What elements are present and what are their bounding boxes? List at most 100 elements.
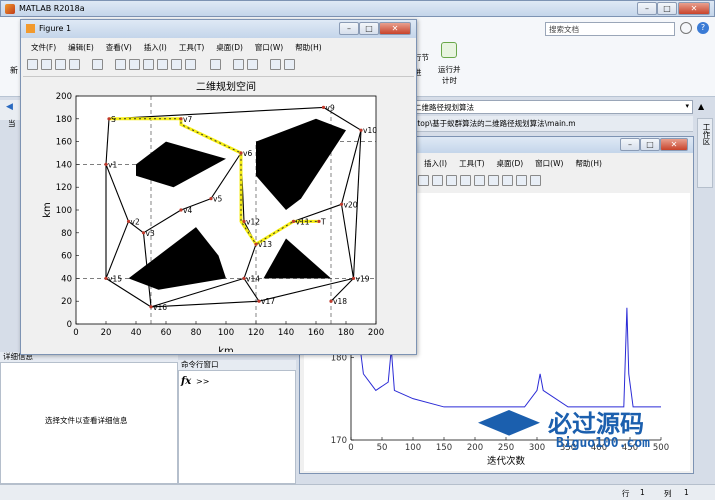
search-input: 搜索文档 (549, 25, 579, 34)
maximize-button[interactable]: □ (657, 2, 677, 15)
figure1-maximize-button[interactable]: □ (359, 22, 379, 35)
x-tick-label: 40 (131, 328, 142, 338)
figure2-menu-tools[interactable]: 工具(T) (453, 157, 490, 171)
search-icon[interactable] (680, 22, 692, 34)
datacursor-icon[interactable] (171, 59, 182, 70)
figure2-maximize-button[interactable]: □ (640, 138, 660, 151)
node-label: v14 (246, 274, 260, 283)
fx-icon[interactable]: fx (181, 376, 191, 387)
left-cut-label: 新 (10, 66, 18, 75)
figure1-close-button[interactable]: ✕ (379, 22, 411, 35)
figure2-minimize-button[interactable]: – (620, 138, 640, 151)
link-icon[interactable] (210, 59, 221, 70)
x-tick-label: 160 (308, 328, 324, 338)
show-icon[interactable] (530, 175, 541, 186)
left-panel-cut-label: 当 (8, 119, 16, 128)
pan-icon[interactable] (418, 175, 429, 186)
run-time-label-1[interactable]: 运行并 (438, 64, 461, 75)
figure1-menu-tools[interactable]: 工具(T) (173, 41, 210, 55)
node-label: T (320, 217, 326, 226)
chart-title: 二维规划空间 (196, 80, 256, 93)
minimize-button[interactable]: – (637, 2, 657, 15)
legend-icon[interactable] (247, 59, 258, 70)
new-figure-icon[interactable] (27, 59, 38, 70)
status-col-label: 列 (664, 489, 672, 498)
editor-file-path: ktop\基于蚁群算法的二维路径规划算法\main.m (413, 119, 576, 128)
datacursor-icon[interactable] (446, 175, 457, 186)
status-row-value: 1 (640, 488, 645, 497)
details-text: 选择文件以查看详细信息 (45, 416, 128, 425)
back-arrow-icon[interactable]: ◀ (6, 102, 13, 112)
chevron-down-icon[interactable]: ▾ (685, 102, 689, 110)
matlab-title: MATLAB R2018a (19, 4, 85, 13)
hide-plot-tools-icon[interactable] (270, 59, 281, 70)
figure1-menu-file[interactable]: 文件(F) (25, 41, 62, 55)
figure2-menu-window[interactable]: 窗口(W) (529, 157, 569, 171)
node-label: v2 (131, 217, 140, 226)
run-time-label-2[interactable]: 计时 (442, 75, 457, 86)
y-tick-label: 20 (61, 297, 72, 307)
y-tick-label: 60 (61, 252, 72, 262)
figure1-title: Figure 1 (39, 24, 72, 33)
zoom-in-icon[interactable] (115, 59, 126, 70)
scroll-up-icon[interactable]: ▲ (698, 102, 704, 111)
rotate-icon[interactable] (432, 175, 443, 186)
figure1-menu-insert[interactable]: 插入(I) (138, 41, 173, 55)
figure1-menu-desktop[interactable]: 桌面(D) (210, 41, 249, 55)
help-icon[interactable]: ? (697, 22, 709, 34)
y-tick-label: 140 (56, 160, 72, 170)
figure1-menu-help[interactable]: 帮助(H) (289, 41, 328, 55)
x-tick-label: 0 (73, 328, 78, 338)
figure2-toolbar (418, 175, 541, 186)
link-icon[interactable] (474, 175, 485, 186)
y-tick-label: 80 (61, 229, 72, 239)
current-folder-path: 二维路径规划算法 (414, 103, 474, 112)
figure2-menu-insert[interactable]: 插入(I) (418, 157, 453, 171)
current-folder-bar[interactable]: 二维路径规划算法 ▾ (410, 100, 693, 114)
pan-icon[interactable] (143, 59, 154, 70)
figure2-menu-help[interactable]: 帮助(H) (569, 157, 608, 171)
colorbar-icon[interactable] (233, 59, 244, 70)
figure1-menu-edit[interactable]: 编辑(E) (62, 41, 100, 55)
figure1-menu-window[interactable]: 窗口(W) (249, 41, 289, 55)
figure2-menu-desktop[interactable]: 桌面(D) (491, 157, 530, 171)
print-icon[interactable] (69, 59, 80, 70)
run-time-icon[interactable] (441, 42, 457, 58)
zoom-out-icon[interactable] (129, 59, 140, 70)
node-label: v15 (108, 274, 122, 283)
close-button[interactable]: ✕ (678, 2, 710, 15)
y-tick-label: 120 (56, 183, 72, 193)
legend-icon[interactable] (502, 175, 513, 186)
x-tick-label: 140 (278, 328, 294, 338)
status-col-value: 1 (684, 488, 689, 497)
x-tick-label: 200 (368, 328, 384, 338)
search-box[interactable]: 搜索文档 (545, 22, 675, 36)
node-label: v19 (356, 274, 370, 283)
show-plot-tools-icon[interactable] (284, 59, 295, 70)
figure-icon (26, 24, 35, 33)
x-tick-label: 20 (101, 328, 112, 338)
node-label: v11 (296, 217, 310, 226)
figure1-menu-view[interactable]: 查看(V) (100, 41, 138, 55)
workspace-side-tab[interactable]: 工作区 (697, 118, 713, 188)
y-tick-label: 40 (61, 274, 72, 284)
open-icon[interactable] (41, 59, 52, 70)
node-label: v17 (261, 297, 275, 306)
y-tick-label: 100 (56, 206, 72, 216)
graduation-cap-icon (478, 410, 540, 436)
rotate-icon[interactable] (157, 59, 168, 70)
brush-icon[interactable] (185, 59, 196, 70)
pointer-icon[interactable] (92, 59, 103, 70)
matlab-titlebar: MATLAB R2018a – □ ✕ (0, 0, 715, 17)
save-icon[interactable] (55, 59, 66, 70)
node-label: v18 (333, 297, 347, 306)
command-prompt[interactable]: >> (196, 377, 209, 386)
figure1-titlebar: Figure 1 – □ ✕ (21, 20, 416, 38)
node-label: v12 (246, 217, 260, 226)
hide-icon[interactable] (516, 175, 527, 186)
node-label: v5 (213, 195, 222, 204)
figure1-minimize-button[interactable]: – (339, 22, 359, 35)
figure2-close-button[interactable]: ✕ (660, 138, 688, 151)
colorbar-icon[interactable] (488, 175, 499, 186)
brush-icon[interactable] (460, 175, 471, 186)
